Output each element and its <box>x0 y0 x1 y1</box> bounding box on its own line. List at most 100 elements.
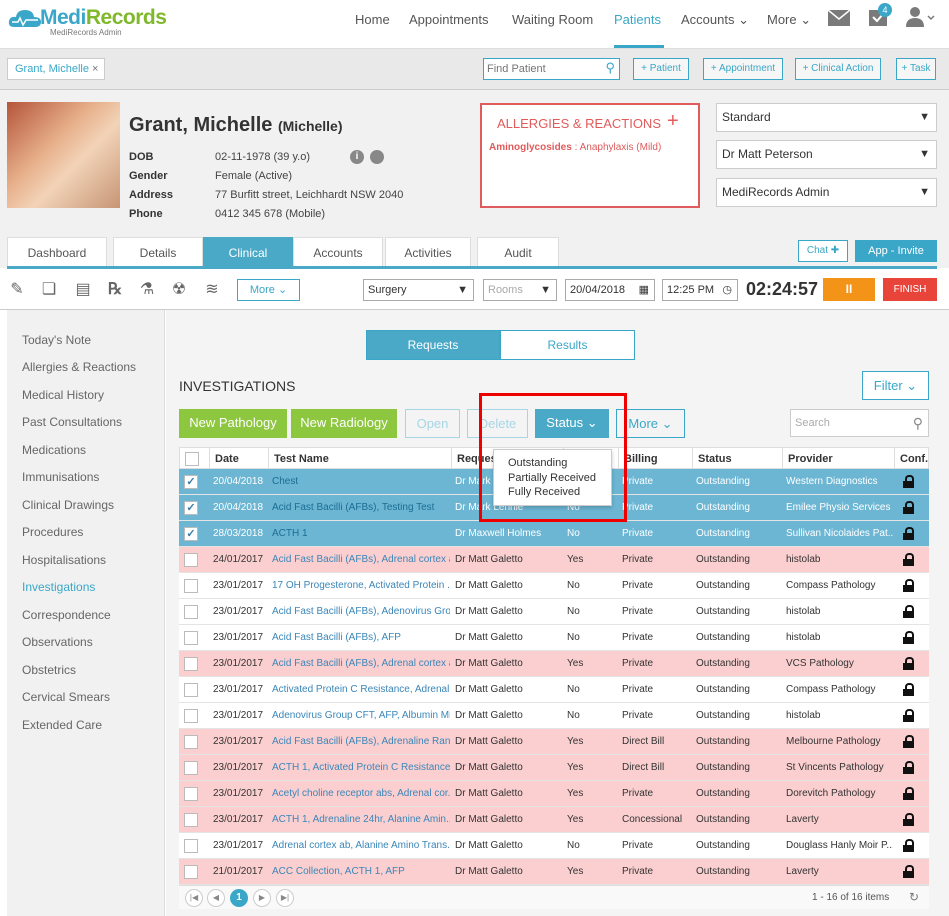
prescription-icon[interactable]: ℞ <box>106 281 124 299</box>
sidebar-item-medications[interactable]: Medications <box>22 443 86 457</box>
lock-icon[interactable] <box>903 553 914 566</box>
lock-icon[interactable] <box>903 813 914 826</box>
info-icon[interactable]: i <box>350 150 364 164</box>
doctor-select[interactable]: Dr Matt Peterson ▼ <box>716 140 937 169</box>
calendar-icon[interactable]: ▦ <box>639 280 649 300</box>
lock-icon[interactable] <box>903 631 914 644</box>
select-all-checkbox[interactable] <box>185 452 199 466</box>
last-page-button[interactable]: ▶| <box>276 889 294 907</box>
row-checkbox[interactable] <box>184 579 198 593</box>
table-row[interactable]: 24/01/2017 Acid Fast Bacilli (AFBs), Adre… <box>179 547 929 573</box>
sidebar-item-observations[interactable]: Observations <box>22 635 93 649</box>
cell-test-name[interactable]: ACTH 1 <box>267 521 450 547</box>
row-checkbox[interactable] <box>184 839 198 853</box>
cell-test-name[interactable]: Adrenal cortex ab, Alanine Amino Trans..… <box>267 833 450 859</box>
row-checkbox[interactable] <box>184 605 198 619</box>
row-checkbox[interactable] <box>184 709 198 723</box>
row-checkbox[interactable] <box>184 631 198 645</box>
sidebar-item-medical-history[interactable]: Medical History <box>22 388 104 402</box>
add-clinical-action-button[interactable]: + Clinical Action <box>795 58 881 80</box>
cell-test-name[interactable]: Activated Protein C Resistance, Adrenali… <box>267 677 450 703</box>
cell-test-name[interactable]: Acetyl choline receptor abs, Adrenal cor… <box>267 781 450 807</box>
close-icon[interactable]: × <box>92 63 98 75</box>
cell-test-name[interactable]: Acid Fast Bacilli (AFBs), Adrenaline Ran… <box>267 729 450 755</box>
document-icon[interactable]: ❏ <box>40 281 58 299</box>
lock-icon[interactable] <box>903 865 914 878</box>
search-icon[interactable]: ⚲ <box>913 415 923 432</box>
open-patient-tab[interactable]: Grant, Michelle × <box>7 58 105 80</box>
row-checkbox[interactable] <box>184 865 198 879</box>
sidebar-item-today-s-note[interactable]: Today's Note <box>22 333 91 347</box>
table-row[interactable]: 23/01/2017 Adrenal cortex ab, Alanine Ami… <box>179 833 929 859</box>
col-confidential[interactable]: Conf. <box>894 448 930 470</box>
clock-icon[interactable]: ◷ <box>722 280 732 300</box>
tab-audit[interactable]: Audit <box>477 237 559 268</box>
finish-button[interactable]: FINISH <box>883 278 937 301</box>
lock-icon[interactable] <box>903 605 914 618</box>
tab-accounts[interactable]: Accounts <box>293 237 383 268</box>
lab-icon[interactable]: ⚗ <box>138 281 156 299</box>
add-appointment-button[interactable]: + Appointment <box>703 58 783 80</box>
nav-waiting-room[interactable]: Waiting Room <box>512 12 593 27</box>
sidebar-item-past-consultations[interactable]: Past Consultations <box>22 415 122 429</box>
find-patient-input[interactable] <box>484 59 594 79</box>
mail-icon[interactable] <box>828 10 850 26</box>
new-radiology-button[interactable]: New Radiology <box>291 409 397 438</box>
sidebar-item-correspondence[interactable]: Correspondence <box>22 608 111 622</box>
contact-icon[interactable] <box>370 150 384 164</box>
tab-dashboard[interactable]: Dashboard <box>7 237 107 268</box>
table-row[interactable]: 23/01/2017 ACTH 1, Activated Protein C Re… <box>179 755 929 781</box>
location-select[interactable]: Surgery ▼ <box>363 279 474 301</box>
admin-select[interactable]: MediRecords Admin ▼ <box>716 178 937 207</box>
nav-home[interactable]: Home <box>355 12 390 27</box>
tab-details[interactable]: Details <box>113 237 203 268</box>
filter-button[interactable]: Filter ⌄ <box>862 371 929 400</box>
table-row[interactable]: 23/01/2017 17 OH Progesterone, Activated … <box>179 573 929 599</box>
page-1-button[interactable]: 1 <box>230 889 248 907</box>
cell-test-name[interactable]: Acid Fast Bacilli (AFBs), AFP <box>267 625 450 651</box>
row-checkbox[interactable]: ✓ <box>184 475 198 489</box>
new-pathology-button[interactable]: New Pathology <box>179 409 287 438</box>
sidebar-item-clinical-drawings[interactable]: Clinical Drawings <box>22 498 114 512</box>
nav-patients[interactable]: Patients <box>614 12 661 27</box>
template-select[interactable]: Standard ▼ <box>716 103 937 132</box>
toolbar-more-button[interactable]: More ⌄ <box>237 279 300 301</box>
table-row[interactable]: 23/01/2017 ACTH 1, Adrenaline 24hr, Alani… <box>179 807 929 833</box>
cell-test-name[interactable]: 17 OH Progesterone, Activated Protein ..… <box>267 573 450 599</box>
table-row[interactable]: 21/01/2017 ACC Collection, ACTH 1, AFP Dr … <box>179 859 929 885</box>
col-provider[interactable]: Provider <box>782 448 894 470</box>
nav-appointments[interactable]: Appointments <box>409 12 489 27</box>
table-row[interactable]: ✓ 28/03/2018 ACTH 1 Dr Maxwell Holmes No Priv… <box>179 521 929 547</box>
sidebar-item-immunisations[interactable]: Immunisations <box>22 470 99 484</box>
app-invite-button[interactable]: App - Invite <box>855 240 937 262</box>
chat-button[interactable]: Chat ✚ <box>798 240 848 262</box>
lock-icon[interactable] <box>903 787 914 800</box>
cell-test-name[interactable]: Acid Fast Bacilli (AFBs), Testing Test <box>267 495 450 521</box>
tab-results[interactable]: Results <box>500 330 635 360</box>
add-patient-button[interactable]: + Patient <box>633 58 689 80</box>
nav-accounts[interactable]: Accounts ⌄ <box>681 12 749 28</box>
tab-requests[interactable]: Requests <box>366 330 500 360</box>
row-checkbox[interactable] <box>184 553 198 567</box>
row-checkbox[interactable] <box>184 813 198 827</box>
sidebar-item-cervical-smears[interactable]: Cervical Smears <box>22 690 110 704</box>
table-row[interactable]: 23/01/2017 Acetyl choline receptor abs, A… <box>179 781 929 807</box>
tab-activities[interactable]: Activities <box>385 237 471 268</box>
cell-test-name[interactable]: ACTH 1, Activated Protein C Resistance, … <box>267 755 450 781</box>
col-billing[interactable]: Billing <box>618 448 692 470</box>
cell-test-name[interactable]: Acid Fast Bacilli (AFBs), Adrenal cortex… <box>267 547 450 573</box>
sidebar-item-obstetrics[interactable]: Obstetrics <box>22 663 76 677</box>
row-checkbox[interactable] <box>184 735 198 749</box>
table-row[interactable]: 23/01/2017 Acid Fast Bacilli (AFBs), Adre… <box>179 651 929 677</box>
refresh-icon[interactable]: ↻ <box>909 890 919 904</box>
sidebar-item-investigations[interactable]: Investigations <box>22 580 95 594</box>
table-row[interactable]: 23/01/2017 Adenovirus Group CFT, AFP, Alb… <box>179 703 929 729</box>
lock-icon[interactable] <box>903 683 914 696</box>
lock-icon[interactable] <box>903 657 914 670</box>
row-checkbox[interactable] <box>184 657 198 671</box>
table-row[interactable]: 23/01/2017 Acid Fast Bacilli (AFBs), Aden… <box>179 599 929 625</box>
row-checkbox[interactable] <box>184 787 198 801</box>
report-icon[interactable]: ▤ <box>74 281 92 299</box>
user-menu-icon[interactable] <box>906 6 936 28</box>
cell-test-name[interactable]: ACC Collection, ACTH 1, AFP <box>267 859 450 885</box>
